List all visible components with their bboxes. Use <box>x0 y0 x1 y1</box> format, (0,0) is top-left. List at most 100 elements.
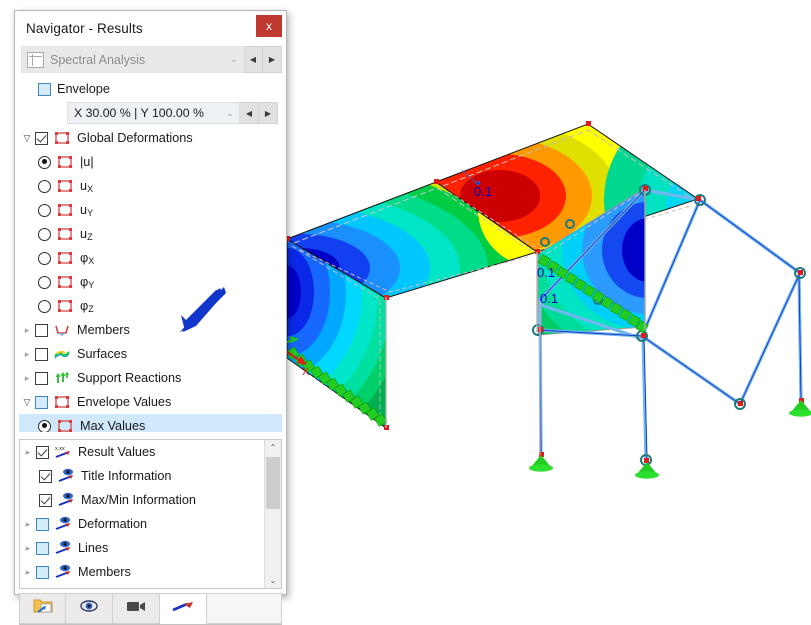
tree-item-phix[interactable]: φX <box>19 246 282 270</box>
tree-splitter[interactable] <box>15 432 286 439</box>
max-min-information-checkbox[interactable] <box>39 493 52 507</box>
surfaces-checkbox[interactable] <box>35 347 48 361</box>
surface-icon <box>53 130 71 146</box>
label-icon <box>54 564 72 580</box>
uy-radio[interactable] <box>38 203 51 217</box>
deformation-checkbox[interactable] <box>36 517 49 531</box>
result-values-icon: x.xx <box>54 444 72 460</box>
u-abs-radio[interactable] <box>38 155 51 169</box>
tabbar-filler <box>207 593 282 624</box>
loadcase-prev-button[interactable]: ◀ <box>244 46 263 73</box>
chevron-right-icon[interactable]: ▸ <box>20 519 36 530</box>
chevron-down-icon: ⌄ <box>226 107 234 118</box>
svg-text:x.xx: x.xx <box>55 446 65 452</box>
scroll-up-icon[interactable]: ⌃ <box>270 440 277 455</box>
display-tree-list: ▸ x.xx Result Values Title Information M… <box>20 440 264 588</box>
tree-item-global-deformations[interactable]: ▽ Global Deformations <box>19 126 282 150</box>
scrollbar-thumb[interactable] <box>266 457 280 509</box>
tree-item-max-min-information[interactable]: Max/Min Information <box>20 488 264 512</box>
title-information-checkbox[interactable] <box>39 469 52 483</box>
tree-item-label: uY <box>80 202 94 218</box>
tree-item-label: Envelope <box>57 82 110 96</box>
tree-item-envelope[interactable]: Envelope <box>19 77 282 101</box>
results-tree[interactable]: Envelope X 30.00 % | Y 100.00 % ⌄ ◀ ▶ ▽ … <box>19 77 282 432</box>
max-values-radio[interactable] <box>38 419 51 432</box>
tree-item-result-values[interactable]: ▸ x.xx Result Values <box>20 440 264 464</box>
surfaces-icon <box>53 346 71 362</box>
label-icon <box>54 516 72 532</box>
surface-icon <box>56 178 74 194</box>
tree-item-surfaces[interactable]: ▸ Surfaces <box>19 342 282 366</box>
envelope-factor-row: X 30.00 % | Y 100.00 % ⌄ ◀ ▶ <box>67 102 278 124</box>
tree-item-uy[interactable]: uY <box>19 198 282 222</box>
views-tab[interactable] <box>66 593 113 624</box>
tree-item-members[interactable]: ▸ Members <box>19 318 282 342</box>
tree-item-label: |u| <box>80 155 94 169</box>
phiy-radio[interactable] <box>38 275 51 289</box>
project-navigator-tab[interactable] <box>19 593 66 624</box>
tree-item-label: φY <box>80 274 95 290</box>
lines-checkbox[interactable] <box>36 541 49 555</box>
envelope-checkbox[interactable] <box>38 82 51 96</box>
navigator-results-window[interactable]: Navigator - Results x Spectral Analysis … <box>14 10 287 625</box>
application-window: Z X 0.1 0.1 0.1 Navigator - Results x Sp… <box>0 0 811 625</box>
support-reactions-checkbox[interactable] <box>35 371 48 385</box>
display-members-checkbox[interactable] <box>36 565 49 579</box>
surface-icon <box>56 418 74 432</box>
members-checkbox[interactable] <box>35 323 48 337</box>
phiz-radio[interactable] <box>38 299 51 313</box>
surface-icon <box>56 274 74 290</box>
tree-item-label: Global Deformations <box>77 131 193 145</box>
global-deformations-checkbox[interactable] <box>35 131 48 145</box>
axis-label-x: X <box>302 366 310 378</box>
display-tree-scrollbar[interactable]: ⌃ ⌄ <box>264 440 281 588</box>
tree-item-deformation[interactable]: ▸ Deformation <box>20 512 264 536</box>
close-icon[interactable]: x <box>256 15 282 37</box>
tree-item-phiz[interactable]: φZ <box>19 294 282 318</box>
tree-item-label: uX <box>80 178 94 194</box>
chevron-right-icon[interactable]: ▸ <box>20 447 36 458</box>
tree-item-label: φZ <box>80 298 94 314</box>
chevron-down-icon: ⌄ <box>230 54 238 64</box>
chevron-right-icon[interactable]: ▸ <box>19 349 35 360</box>
envelope-factor-select[interactable]: X 30.00 % | Y 100.00 % ⌄ <box>67 102 240 124</box>
tree-item-display-surfaces[interactable]: ▸ Surfaces <box>20 584 264 588</box>
envelope-factor-prev-button[interactable]: ◀ <box>240 102 259 124</box>
chevron-right-icon[interactable]: ▸ <box>20 543 36 554</box>
tree-item-u-abs[interactable]: |u| <box>19 150 282 174</box>
tree-item-title-information[interactable]: Title Information <box>20 464 264 488</box>
tree-item-lines[interactable]: ▸ Lines <box>20 536 264 560</box>
tree-item-display-members[interactable]: ▸ Members <box>20 560 264 584</box>
tree-item-uz[interactable]: uZ <box>19 222 282 246</box>
visibilities-tab[interactable] <box>113 593 160 624</box>
ux-radio[interactable] <box>38 179 51 193</box>
chevron-right-icon[interactable]: ▸ <box>19 373 35 384</box>
loadcase-select[interactable]: Spectral Analysis ⌄ <box>21 46 244 73</box>
surface-icon <box>56 250 74 266</box>
camera-icon <box>125 598 147 619</box>
eye-icon <box>78 597 100 620</box>
tree-item-max-values[interactable]: Max Values <box>19 414 282 432</box>
envelope-factor-next-button[interactable]: ▶ <box>259 102 278 124</box>
chevron-right-icon[interactable]: ▸ <box>20 567 36 578</box>
envelope-factor-value: X 30.00 % | Y 100.00 % <box>74 106 204 120</box>
scroll-down-icon[interactable]: ⌄ <box>270 573 277 588</box>
label-icon <box>57 492 75 508</box>
tree-item-envelope-values[interactable]: ▽ Envelope Values <box>19 390 282 414</box>
uz-radio[interactable] <box>38 227 51 241</box>
display-tree[interactable]: ▸ x.xx Result Values Title Information M… <box>19 439 282 589</box>
chevron-down-icon[interactable]: ▽ <box>19 133 35 144</box>
chevron-down-icon[interactable]: ▽ <box>19 397 35 408</box>
tree-item-ux[interactable]: uX <box>19 174 282 198</box>
tree-item-phiy[interactable]: φY <box>19 270 282 294</box>
envelope-values-checkbox[interactable] <box>35 395 48 409</box>
tree-item-label: uZ <box>80 226 93 242</box>
result-values-checkbox[interactable] <box>36 445 49 459</box>
surface-icon <box>56 154 74 170</box>
chevron-right-icon[interactable]: ▸ <box>19 325 35 336</box>
loadcase-next-button[interactable]: ▶ <box>263 46 282 73</box>
tree-item-support-reactions[interactable]: ▸ Support Reactions <box>19 366 282 390</box>
navigator-tabbar <box>19 593 282 625</box>
results-tab[interactable] <box>160 593 207 624</box>
phix-radio[interactable] <box>38 251 51 265</box>
